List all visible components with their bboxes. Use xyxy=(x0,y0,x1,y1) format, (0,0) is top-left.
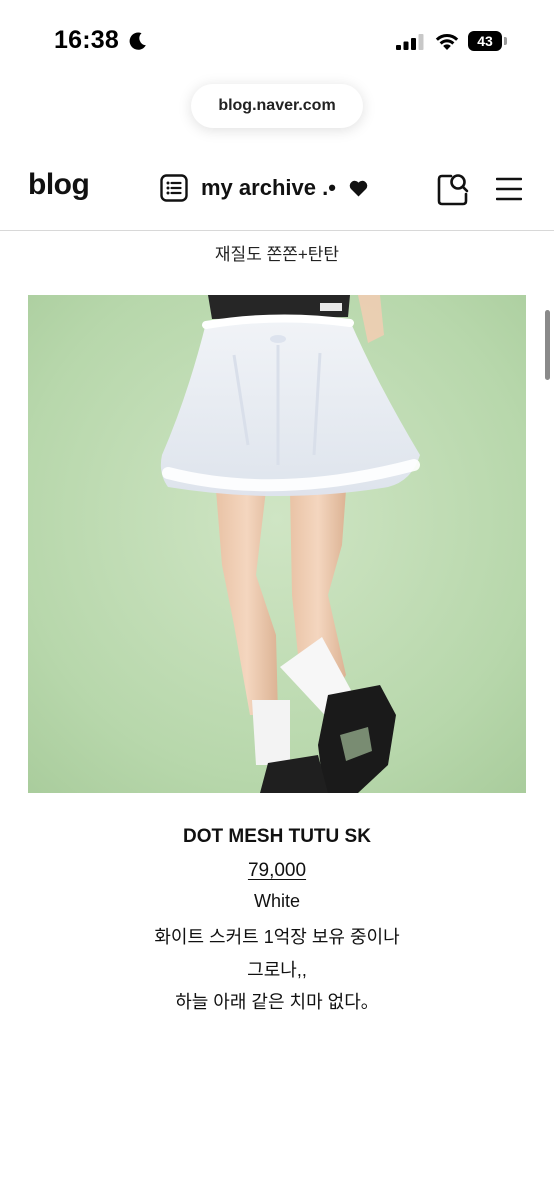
signal-icon xyxy=(396,34,424,50)
product-price[interactable]: 79,000 xyxy=(0,860,554,882)
moon-icon xyxy=(129,32,146,50)
blog-logo[interactable]: blog xyxy=(28,168,90,202)
product-photo-illustration xyxy=(28,295,526,793)
menu-list-icon[interactable] xyxy=(160,174,188,202)
product-photo xyxy=(28,295,526,793)
post-line-color: White xyxy=(253,891,300,911)
search-icon[interactable] xyxy=(437,172,469,206)
url-bar[interactable]: blog.naver.com xyxy=(191,84,363,128)
post-line-3: 그로나,, xyxy=(247,960,307,980)
battery-cap xyxy=(504,37,507,45)
product-name: DOT MESH TUTU SK xyxy=(183,826,371,847)
blog-title[interactable]: my archive .• xyxy=(201,175,336,201)
heart-icon xyxy=(349,180,368,197)
scroll-indicator[interactable] xyxy=(545,310,550,380)
status-time: 16:38 xyxy=(54,26,119,54)
product-price-value[interactable]: 79,000 xyxy=(248,860,306,881)
battery-level: 43 xyxy=(468,31,502,51)
hamburger-icon[interactable] xyxy=(496,176,522,202)
post-line-4: 하늘 아래 같은 치마 없다。 xyxy=(175,992,379,1012)
status-bar: 16:38 43 xyxy=(0,0,554,80)
post-caption: 재질도 쫀쫀+탄탄 xyxy=(214,245,340,264)
battery-icon: 43 xyxy=(468,31,508,51)
blog-header: blog my archive .• xyxy=(0,150,554,231)
post-line-2: 화이트 스커트 1억장 보유 중이나 xyxy=(154,927,400,947)
wifi-icon xyxy=(435,33,459,50)
